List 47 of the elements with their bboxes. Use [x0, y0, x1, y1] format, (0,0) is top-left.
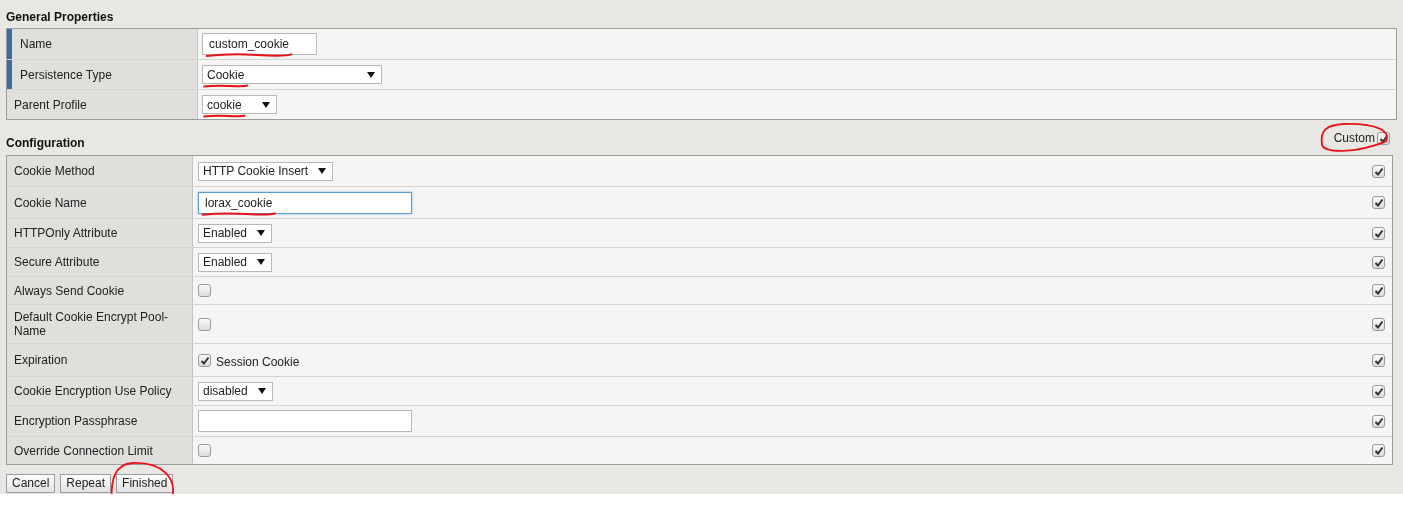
form-button[interactable]: Repeat [60, 474, 112, 493]
checkbox[interactable] [198, 317, 211, 331]
caret-icon [262, 101, 270, 108]
field-label: Always Send Cookie [14, 283, 125, 298]
text-field[interactable] [198, 410, 412, 432]
field-label: Cookie Name [14, 195, 87, 210]
custom-checkbox[interactable] [1372, 196, 1385, 209]
field-label: Name [20, 36, 52, 53]
field-label: HTTPOnly Attribute [14, 226, 118, 240]
field-label: Override Connection Limit [14, 443, 153, 458]
caret-icon [318, 168, 327, 174]
dropdown[interactable]: Enabled [198, 252, 273, 272]
dropdown[interactable]: Enabled [198, 223, 273, 243]
caret-icon [257, 388, 266, 394]
field-label: Cookie Method [14, 164, 95, 178]
field-label: Parent Profile [14, 96, 87, 114]
field-label: Expiration [14, 353, 68, 367]
section-title: Configuration [6, 135, 85, 152]
custom-checkbox[interactable] [1372, 353, 1385, 367]
caret-icon [257, 230, 266, 236]
custom-checkbox[interactable] [1372, 226, 1385, 240]
caret-icon [257, 259, 266, 265]
field-label: Default Cookie Encrypt Pool-Name [14, 310, 170, 338]
caret-icon [367, 71, 375, 78]
custom-checkbox[interactable] [1372, 444, 1385, 457]
form-button[interactable]: Cancel [6, 474, 56, 493]
checkbox[interactable] [198, 444, 211, 457]
dropdown[interactable]: HTTP Cookie Insert [198, 161, 334, 181]
custom-checkbox[interactable] [1372, 384, 1385, 398]
form-button[interactable]: Finished [116, 474, 174, 493]
field-label: Persistence Type [20, 66, 112, 84]
text-field[interactable]: custom_cookie [202, 33, 317, 55]
field-label: Secure Attribute [14, 255, 100, 269]
custom-checkbox[interactable] [1372, 255, 1385, 269]
custom-checkbox[interactable] [1372, 284, 1385, 297]
checkbox[interactable] [198, 284, 211, 297]
custom-checkbox[interactable] [1372, 414, 1385, 428]
dropdown[interactable]: disabled [198, 381, 273, 401]
field-label: Cookie Encryption Use Policy [14, 384, 172, 398]
checkbox[interactable] [198, 353, 211, 367]
text-field[interactable]: lorax_cookie [198, 191, 412, 214]
section-title: General Properties [6, 9, 115, 26]
checkbox-label: Session Cookie [216, 354, 300, 371]
custom-checkbox[interactable] [1372, 164, 1385, 178]
custom-checkbox[interactable] [1372, 317, 1385, 331]
custom-label: Custom [1333, 130, 1375, 147]
field-label: Encryption Passphrase [14, 414, 138, 428]
